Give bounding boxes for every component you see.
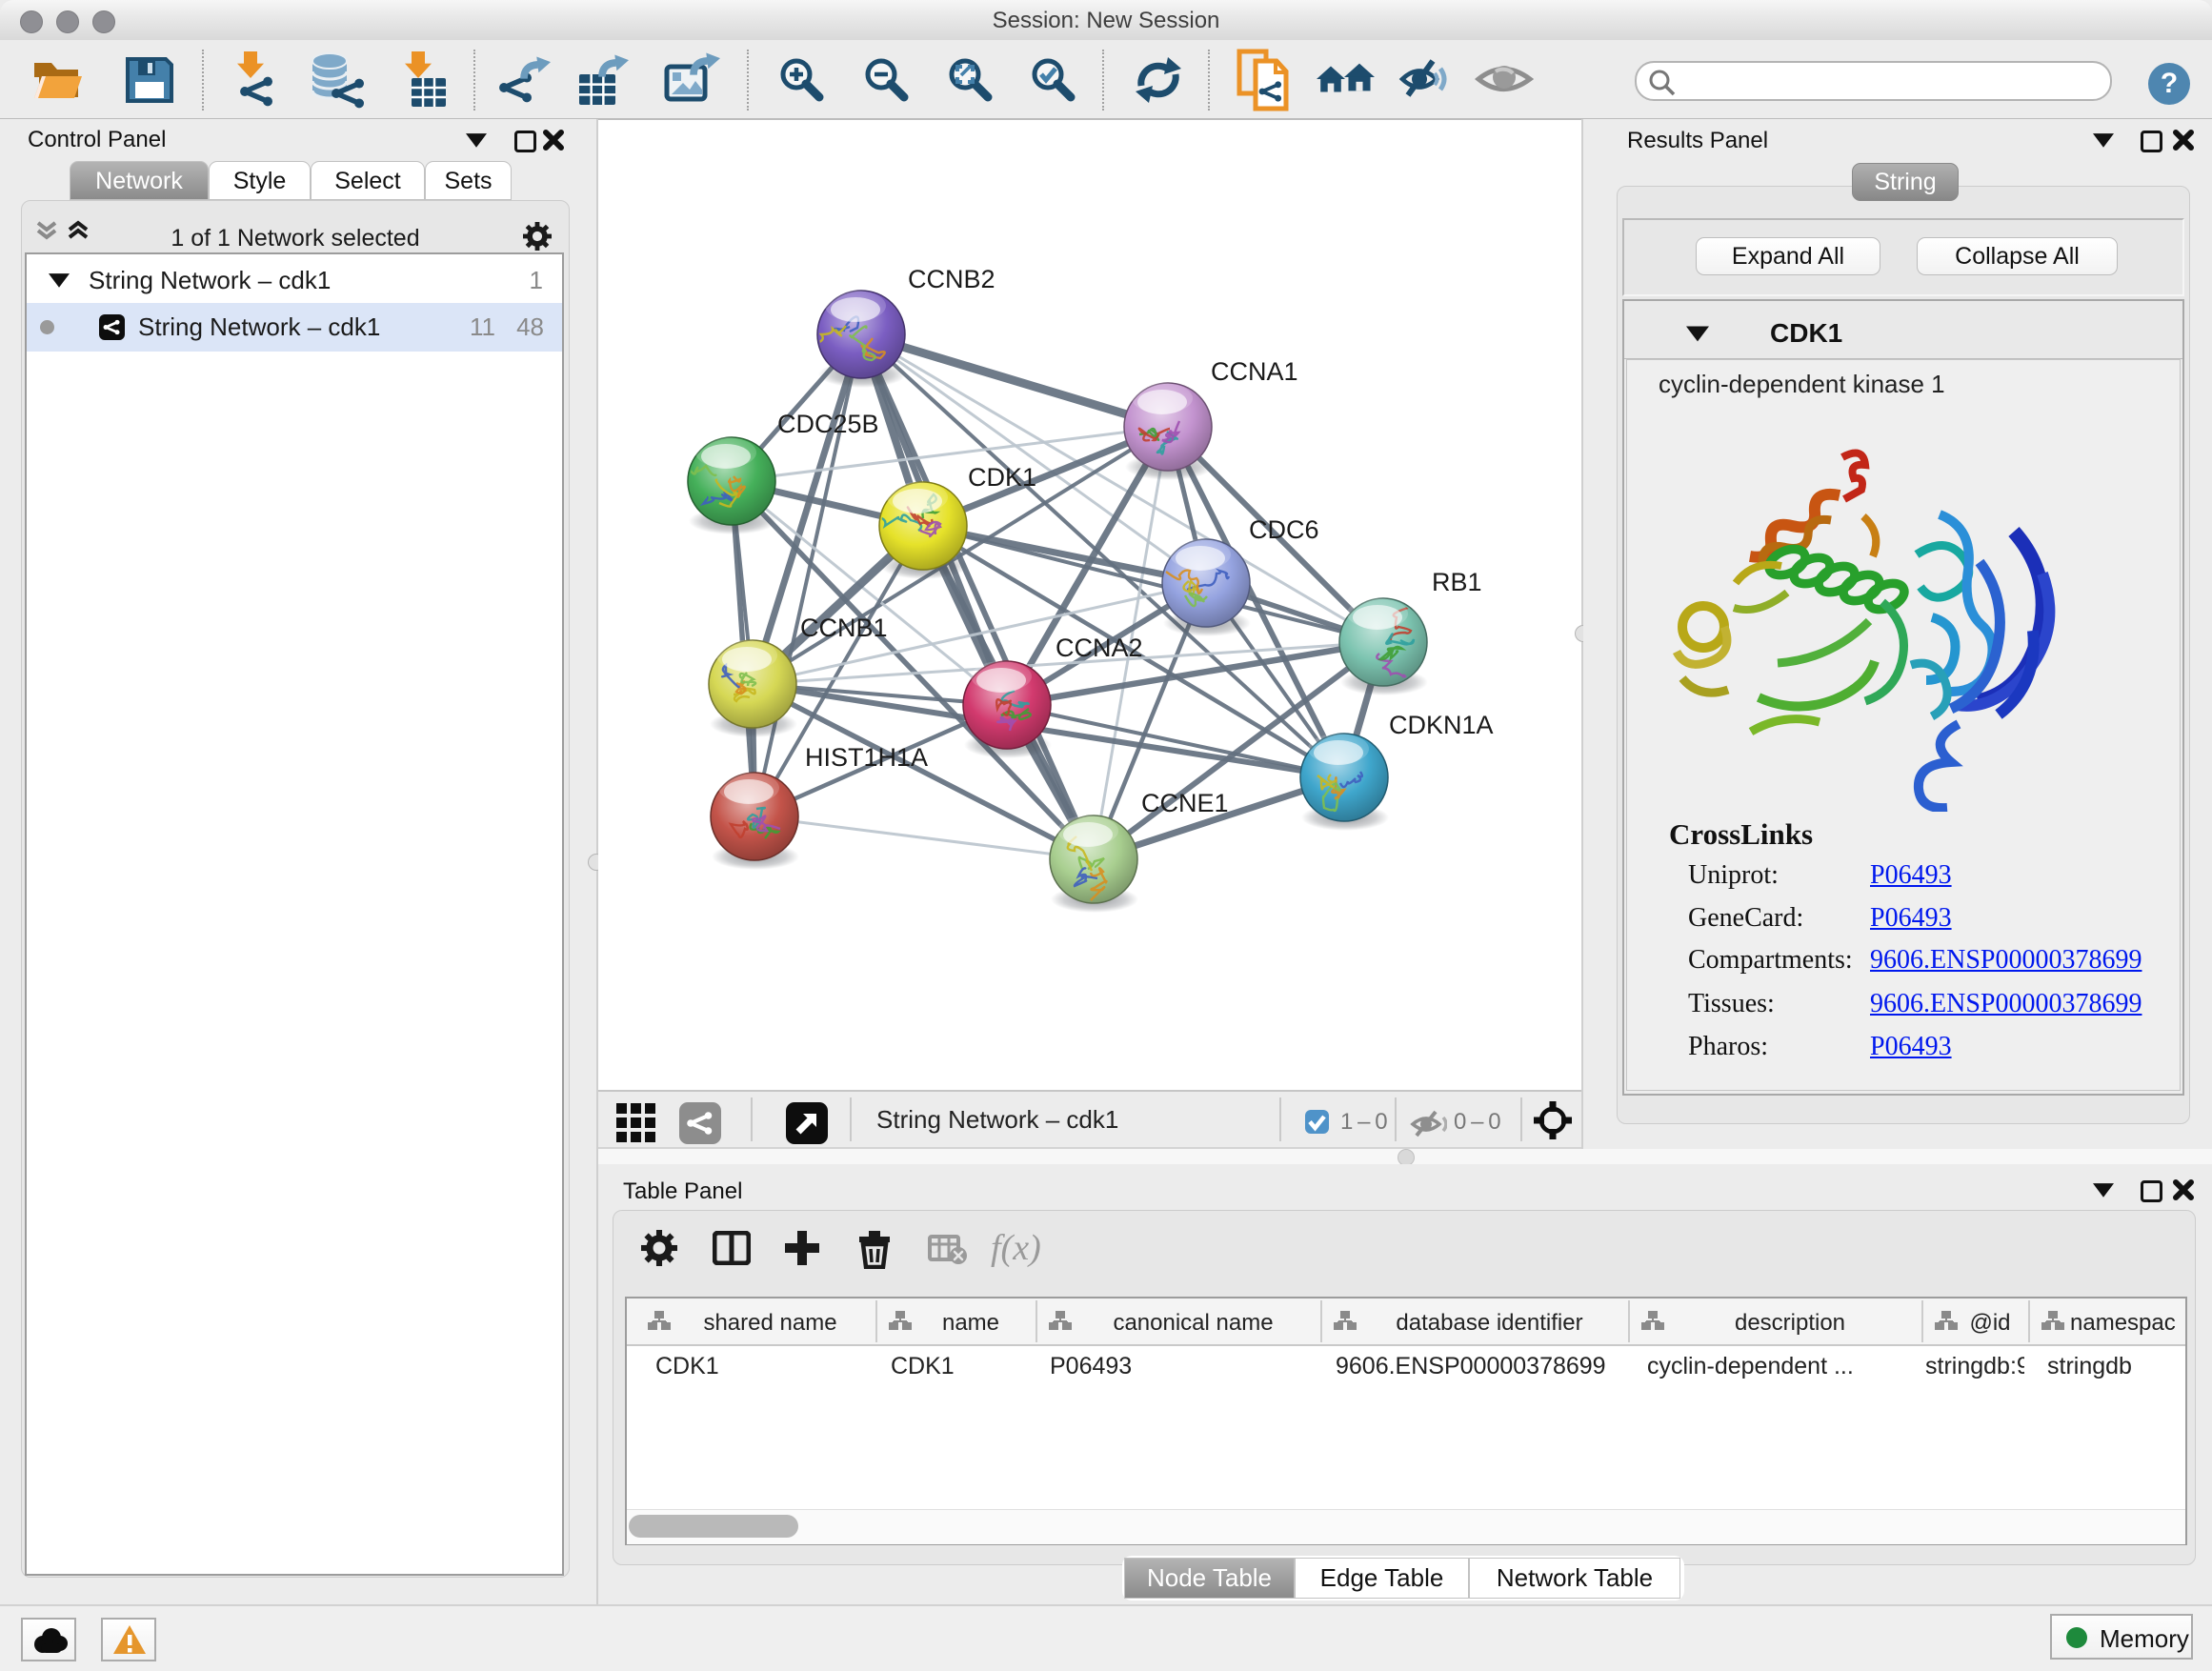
svg-text:RB1: RB1 [1432, 568, 1482, 596]
svg-text:CCNB1: CCNB1 [800, 614, 888, 642]
svg-text:CCNA1: CCNA1 [1211, 357, 1298, 386]
svg-text:CCNE1: CCNE1 [1141, 789, 1229, 817]
svg-text:CDC6: CDC6 [1249, 515, 1319, 544]
svg-text:CDC25B: CDC25B [777, 410, 879, 438]
svg-text:CDK1: CDK1 [968, 463, 1036, 492]
svg-text:CCNA2: CCNA2 [1056, 634, 1143, 662]
svg-text:HIST1H1A: HIST1H1A [805, 743, 928, 772]
svg-text:CDKN1A: CDKN1A [1389, 711, 1494, 739]
svg-text:CCNB2: CCNB2 [908, 265, 995, 293]
